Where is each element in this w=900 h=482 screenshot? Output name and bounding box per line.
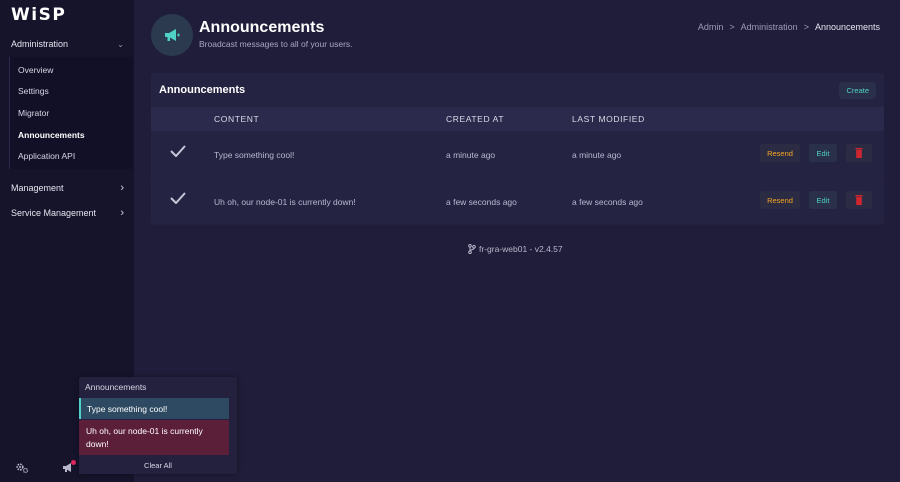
sidebar-nav: Administration ⌄ Overview Settings Migra…	[0, 33, 134, 226]
sidebar-item-announcements[interactable]: Announcements	[10, 124, 133, 146]
edit-button[interactable]: Edit	[809, 144, 837, 162]
sidebar-group-service-management[interactable]: Service Management ›	[0, 200, 134, 226]
breadcrumb-admin[interactable]: Admin	[698, 22, 724, 32]
chevron-down-icon: ⌄	[117, 39, 124, 49]
sidebar-group-label: Administration	[11, 39, 69, 49]
version-info: fr-gra-web01 - v2.4.57	[468, 244, 563, 254]
panel-title: Announcements	[159, 84, 246, 96]
trash-icon	[855, 148, 863, 158]
announcements-panel: Announcements Create CONTENT CREATED AT …	[151, 73, 884, 225]
edit-button[interactable]: Edit	[809, 191, 837, 209]
column-header-last-modified[interactable]: LAST MODIFIED	[572, 114, 645, 124]
sidebar-group-label: Service Management	[11, 207, 97, 218]
table-header: CONTENT CREATED AT LAST MODIFIED	[151, 107, 884, 131]
announcement-content: Uh oh, our node-01 is currently down!	[214, 197, 356, 207]
settings-gears-icon[interactable]	[15, 462, 29, 477]
chevron-right-icon: ›	[120, 181, 124, 194]
last-modified: a few seconds ago	[572, 197, 643, 207]
sidebar-group-management[interactable]: Management ›	[0, 176, 134, 200]
resend-button[interactable]: Resend	[760, 191, 800, 209]
sidebar-item-label: Overview	[18, 64, 54, 75]
created-at: a few seconds ago	[446, 197, 517, 207]
sidebar-group-label: Management	[11, 182, 64, 193]
column-header-content[interactable]: CONTENT	[214, 114, 259, 124]
check-icon	[170, 191, 186, 209]
sidebar-item-label: Announcements	[18, 129, 85, 140]
sidebar-item-migrator[interactable]: Migrator	[10, 102, 133, 124]
administration-submenu: Overview Settings Migrator Announcements…	[9, 57, 133, 169]
check-icon	[170, 144, 186, 162]
breadcrumb: Admin > Administration > Announcements	[698, 22, 880, 32]
delete-button[interactable]	[846, 191, 872, 209]
clear-all-button[interactable]: Clear All	[79, 457, 237, 474]
breadcrumb-separator: >	[803, 22, 809, 32]
version-text: fr-gra-web01 - v2.4.57	[479, 244, 563, 254]
notifications-popup: Announcements Type something cool! Uh oh…	[79, 377, 237, 474]
logo[interactable]: WiSP	[11, 5, 66, 25]
notification-dot	[71, 460, 76, 465]
megaphone-icon	[151, 14, 193, 56]
create-button[interactable]: Create	[839, 81, 876, 99]
column-header-created-at[interactable]: CREATED AT	[446, 114, 504, 124]
sidebar-item-overview[interactable]: Overview	[10, 59, 133, 81]
delete-button[interactable]	[846, 144, 872, 162]
page-title: Announcements	[199, 19, 325, 36]
breadcrumb-current: Announcements	[814, 22, 880, 32]
resend-button[interactable]: Resend	[760, 144, 800, 162]
trash-icon	[855, 195, 863, 205]
sidebar-item-label: Settings	[18, 86, 49, 97]
panel-header: Announcements Create	[151, 73, 884, 107]
page-subtitle: Broadcast messages to all of your users.	[199, 39, 353, 49]
sidebar-item-label: Application API	[18, 151, 76, 162]
notifications-title: Announcements	[85, 382, 147, 392]
chevron-right-icon: ›	[120, 206, 124, 219]
sidebar-group-administration[interactable]: Administration ⌄	[0, 33, 134, 55]
breadcrumb-separator: >	[729, 22, 735, 32]
last-modified: a minute ago	[572, 150, 622, 160]
table-row: Uh oh, our node-01 is currently down! a …	[151, 178, 884, 225]
sidebar-item-label: Migrator	[18, 107, 50, 118]
breadcrumb-administration[interactable]: Administration	[741, 22, 798, 32]
created-at: a minute ago	[446, 150, 496, 160]
sidebar-item-settings[interactable]: Settings	[10, 81, 133, 103]
notification-item[interactable]: Type something cool!	[79, 398, 229, 419]
sidebar-item-application-api[interactable]: Application API	[10, 145, 133, 167]
announcement-content: Type something cool!	[214, 150, 295, 160]
git-branch-icon	[468, 244, 476, 254]
table-row: Type something cool! a minute ago a minu…	[151, 131, 884, 178]
notification-item[interactable]: Uh oh, our node-01 is currently down!	[79, 420, 229, 455]
